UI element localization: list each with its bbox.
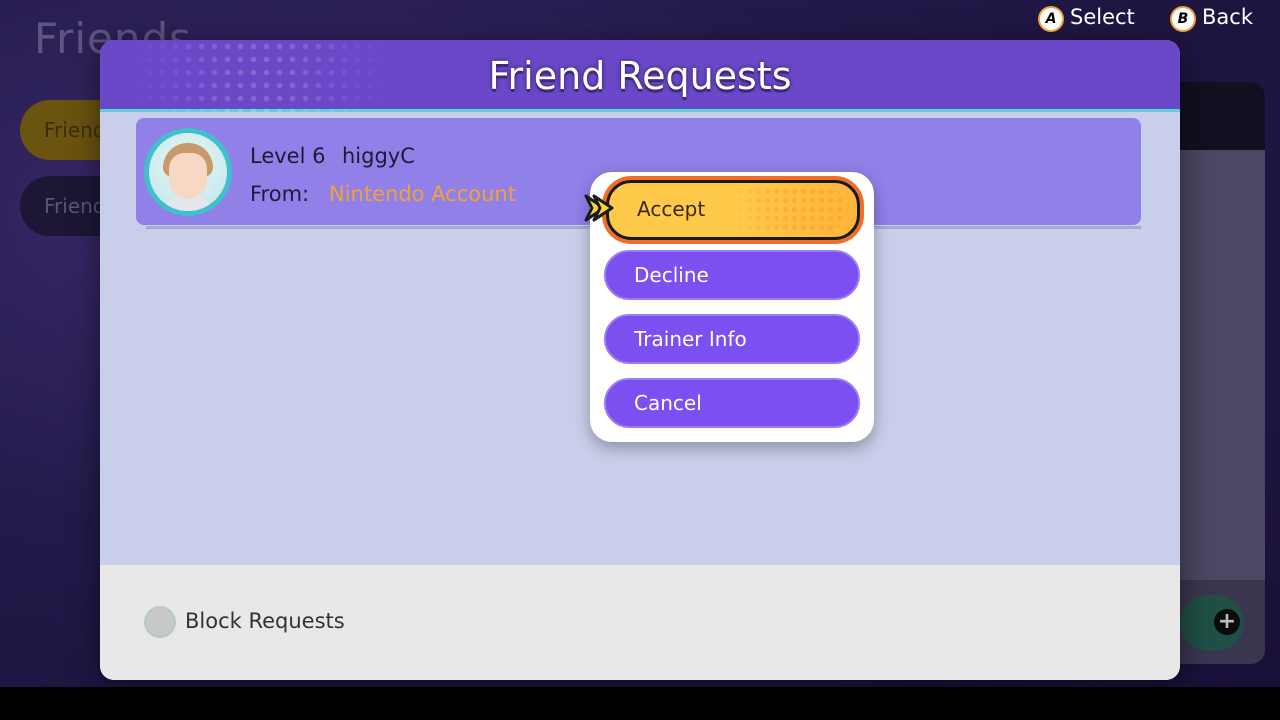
dialog-title: Friend Requests — [488, 54, 792, 98]
decline-button[interactable]: Decline — [604, 250, 860, 300]
accept-label: Accept — [637, 197, 706, 221]
back-hint[interactable]: B Back — [1172, 4, 1253, 30]
avatar — [144, 128, 232, 216]
selection-cursor-icon — [584, 194, 614, 222]
background-add-friend-button: + — [1180, 595, 1244, 651]
request-action-menu: Accept Decline Trainer Info Cancel — [584, 172, 874, 442]
controller-hint-bar — [0, 687, 1280, 720]
dialog-header: Friend Requests — [100, 40, 1180, 112]
block-requests-toggle[interactable] — [144, 606, 176, 638]
back-hint-label: Back — [1202, 5, 1253, 29]
b-button-icon: B — [1172, 8, 1194, 30]
plus-icon: + — [1214, 609, 1240, 635]
block-requests-label: Block Requests — [185, 609, 345, 633]
request-source: Nintendo Account — [329, 182, 516, 206]
request-level: Level 6 — [250, 144, 326, 168]
a-button-icon: A — [1040, 8, 1062, 30]
button-halftone-pattern — [727, 187, 847, 233]
select-hint[interactable]: A Select — [1040, 4, 1135, 30]
trainer-info-button[interactable]: Trainer Info — [604, 314, 860, 364]
cancel-button[interactable]: Cancel — [604, 378, 860, 428]
accept-button[interactable]: Accept — [606, 180, 860, 240]
select-hint-label: Select — [1070, 5, 1135, 29]
request-from-label: From: — [250, 182, 310, 206]
request-trainer-name: higgyC — [342, 144, 415, 168]
